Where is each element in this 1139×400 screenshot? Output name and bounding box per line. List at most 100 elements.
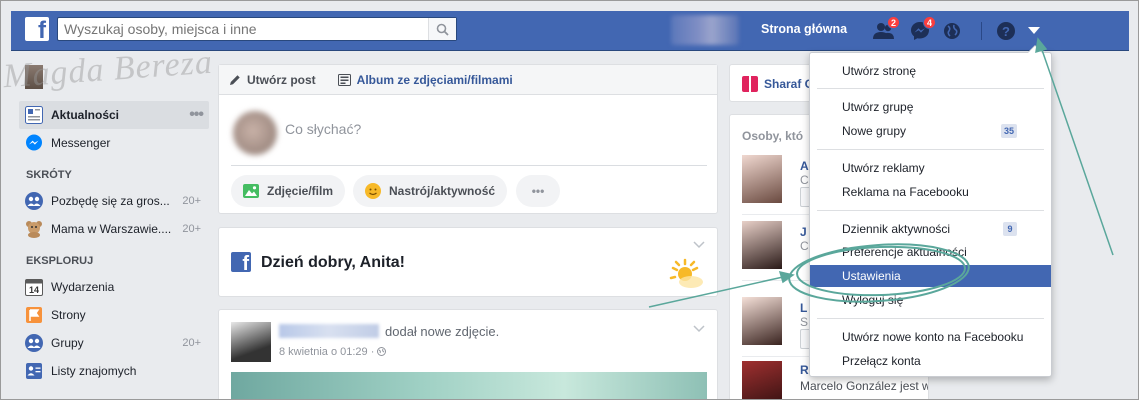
sidebar-item-groups[interactable]: Grupy 20+ — [19, 329, 209, 357]
person-photo[interactable] — [742, 297, 782, 345]
composer-input[interactable]: Co słychać? — [285, 121, 361, 137]
sidebar-item-pages[interactable]: Strony — [19, 301, 209, 329]
sidebar-item-label: Messenger — [51, 136, 111, 150]
tab-create-post[interactable]: Utwórz post — [219, 73, 316, 87]
caret-down-icon — [1028, 27, 1040, 34]
sidebar-item-shortcut[interactable]: Pozbędę się za gros... 20+ — [19, 187, 209, 215]
search-box — [57, 17, 457, 41]
menu-item-create-page[interactable]: Utwórz stronę — [810, 60, 1051, 82]
person-photo[interactable] — [742, 155, 782, 203]
photo-video-button[interactable]: Zdjęcie/film — [231, 175, 346, 207]
shortcuts-heading: SKRÓTY — [26, 169, 72, 181]
facebook-logo[interactable]: f — [25, 17, 49, 41]
people-title: Osoby, któ — [742, 129, 804, 143]
topbar-separator — [981, 22, 982, 40]
sidebar-item-label: Strony — [51, 308, 86, 322]
tab-label: Album ze zdjęciami/filmami — [356, 72, 513, 87]
menu-item-activity-log[interactable]: Dziennik aktywności 9 — [810, 218, 1051, 240]
sidebar-item-messenger[interactable]: Messenger — [19, 129, 209, 157]
sidebar-item-label: Grupy — [51, 336, 84, 350]
search-input[interactable] — [58, 18, 424, 40]
menu-item-create-new-account[interactable]: Utwórz nowe konto na Facebooku — [810, 326, 1051, 348]
flag-icon — [25, 306, 43, 324]
menu-item-news-feed-preferences[interactable]: Preferencje aktualności — [810, 241, 1051, 263]
birthday-person-name[interactable]: Sharaf C — [764, 77, 813, 91]
friend-list-icon — [25, 362, 43, 380]
menu-item-create-group[interactable]: Utwórz grupę — [810, 96, 1051, 118]
account-dropdown-menu: Utwórz stronę Utwórz grupę Nowe grupy 35… — [809, 45, 1052, 377]
person-subtitle: S — [800, 315, 809, 329]
feeling-activity-button[interactable]: Nastrój/aktywność — [353, 175, 508, 207]
svg-text:14: 14 — [29, 285, 39, 295]
tab-photo-album[interactable]: Album ze zdjęciami/filmami — [328, 73, 513, 87]
post-image[interactable] — [231, 372, 707, 399]
account-menu-button[interactable] — [1021, 18, 1047, 44]
tab-label: Utwórz post — [247, 72, 316, 87]
person-subtitle: C — [800, 239, 809, 253]
smiley-icon — [365, 183, 381, 199]
menu-item-create-ads[interactable]: Utwórz reklamy — [810, 157, 1051, 179]
menu-item-log-out[interactable]: Wyloguj się — [810, 289, 1051, 311]
groups-icon — [25, 334, 43, 352]
sidebar-item-shortcut[interactable]: Mama w Warszawie.... 20+ — [19, 215, 209, 243]
calendar-icon: 14 — [25, 278, 43, 296]
post-timestamp[interactable]: 8 kwietnia o 01:29 · — [279, 346, 387, 358]
feed-post: dodał nowe zdjęcie. 8 kwietnia o 01:29 · — [218, 309, 718, 399]
menu-item-new-groups[interactable]: Nowe grupy 35 — [810, 120, 1051, 142]
menu-item-label: Utwórz grupę — [842, 100, 914, 114]
person-name[interactable]: L — [800, 301, 807, 315]
notifications-button[interactable] — [939, 18, 965, 44]
post-author-name-blurred[interactable] — [279, 324, 379, 338]
sidebar-item-count: 20+ — [182, 337, 201, 349]
menu-item-label: Nowe grupy — [842, 124, 907, 138]
sidebar-item-events[interactable]: 14 Wydarzenia — [19, 273, 209, 301]
teddy-bear-icon — [25, 220, 43, 238]
help-button[interactable]: ? — [993, 18, 1019, 44]
menu-item-switch-accounts[interactable]: Przełącz konta — [810, 350, 1051, 372]
chevron-down-icon[interactable] — [693, 322, 705, 336]
messenger-button[interactable]: 4 — [907, 16, 936, 44]
composer-tabs: Utwórz post Album ze zdjęciami/filmami — [219, 65, 717, 95]
messages-badge: 4 — [923, 16, 936, 29]
globe-icon — [944, 23, 960, 39]
group-icon — [25, 192, 43, 210]
search-button[interactable] — [428, 18, 456, 40]
menu-separator — [817, 210, 1044, 211]
person-photo[interactable] — [742, 221, 782, 269]
greeting-text: Dzień dobry, Anita! — [261, 254, 405, 271]
menu-item-label: Dziennik aktywności — [842, 222, 951, 236]
menu-item-label: Ustawienia — [842, 269, 901, 283]
post-author-avatar[interactable] — [231, 322, 271, 362]
pill-label: Nastrój/aktywność — [389, 184, 496, 198]
person-name[interactable]: J — [800, 225, 807, 239]
sidebar-item-friend-lists[interactable]: Listy znajomych — [19, 357, 209, 385]
watermark: Magda Bereza — [1, 43, 214, 96]
person-photo[interactable] — [742, 361, 782, 399]
post-time-text: 8 kwietnia o 01:29 · — [279, 346, 375, 358]
sidebar-item-count: 20+ — [182, 195, 201, 207]
menu-item-label: Utwórz nowe konto na Facebooku — [842, 330, 1024, 344]
sidebar-item-news-feed[interactable]: Aktualności ••• — [19, 101, 209, 129]
more-options-icon[interactable]: ••• — [189, 106, 204, 124]
home-link[interactable]: Strona główna — [761, 22, 847, 36]
person-name[interactable]: R — [800, 363, 809, 377]
menu-item-settings[interactable]: Ustawienia — [810, 265, 1051, 287]
menu-item-badge: 35 — [1000, 124, 1017, 138]
friend-requests-button[interactable]: 2 — [871, 16, 900, 44]
sun-icon — [669, 258, 703, 288]
more-composer-options-button[interactable]: ••• — [516, 175, 560, 207]
globe-icon — [377, 347, 387, 356]
menu-item-advertising[interactable]: Reklama na Facebooku — [810, 181, 1051, 203]
profile-link-blurred[interactable] — [671, 15, 739, 45]
screenshot-frame: f Strona główna 2 4 ? Magda Bereza — [0, 0, 1139, 400]
sidebar-item-label: Pozbędę się za gros... — [51, 194, 170, 208]
menu-separator — [817, 88, 1044, 89]
chevron-down-icon[interactable] — [693, 238, 705, 252]
album-icon — [337, 73, 351, 86]
mutual-friend-text: Marcelo González jest wspólnym — [800, 379, 928, 393]
question-icon: ? — [997, 22, 1015, 40]
person-name[interactable]: A — [800, 159, 809, 173]
svg-text:?: ? — [1002, 24, 1010, 39]
menu-item-label: Wyloguj się — [842, 293, 904, 307]
post-composer: Utwórz post Album ze zdjęciami/filmami C… — [218, 64, 718, 214]
